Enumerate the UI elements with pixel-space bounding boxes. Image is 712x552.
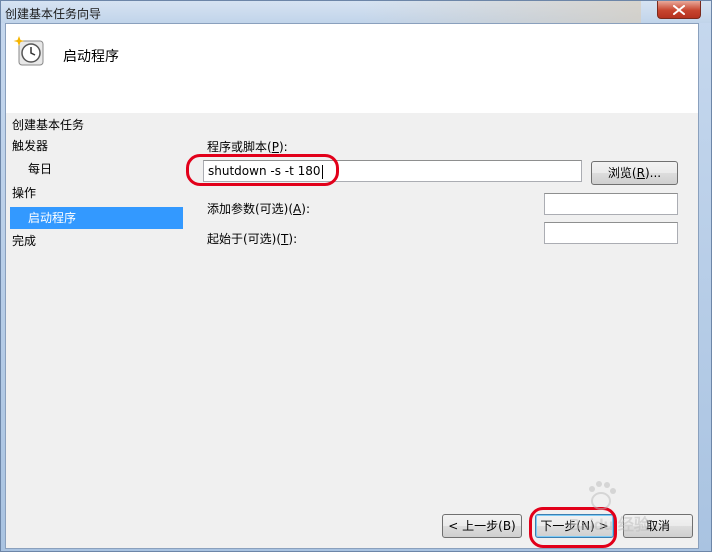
watermark: Baidu 经验 xyxy=(561,471,681,541)
clock-sparkle-icon xyxy=(13,36,44,66)
nav-item-action: 操作 xyxy=(12,182,182,204)
watermark-text: Baidu 经验 xyxy=(569,517,650,534)
close-button[interactable] xyxy=(657,1,701,19)
browse-button[interactable]: 浏览(R)... xyxy=(591,161,678,185)
nav-item-daily: 每日 xyxy=(28,158,182,180)
browse-label-suffix: )... xyxy=(644,166,662,180)
nav-item-label: 启动程序 xyxy=(28,211,77,225)
program-label: 程序或脚本(P): xyxy=(207,138,288,155)
browse-label-key: R xyxy=(636,166,645,180)
nav-item-label: 完成 xyxy=(12,234,37,248)
arguments-input[interactable] xyxy=(544,193,678,215)
nav-item-trigger: 触发器 xyxy=(12,135,182,157)
text-caret xyxy=(321,164,323,179)
window-title: 创建基本任务向导 xyxy=(5,7,102,21)
start-in-label-prefix: 起始于(可选)( xyxy=(207,232,282,246)
wizard-header: 启动程序 xyxy=(6,24,698,113)
nav-item-finish: 完成 xyxy=(12,230,182,252)
wizard-window: 创建基本任务向导 启动程序 创建基本任务 触发器 每日 操作 启动程序 完成 程… xyxy=(0,0,712,552)
start-in-label-suffix: ): xyxy=(288,232,298,246)
nav-item-start-program: 启动程序 xyxy=(10,207,183,229)
arguments-label-suffix: ): xyxy=(301,202,310,216)
close-icon xyxy=(673,4,685,15)
nav-item-label: 每日 xyxy=(28,162,53,176)
browse-label-prefix: 浏览( xyxy=(607,166,637,180)
page-title: 启动程序 xyxy=(63,49,119,65)
arguments-label: 添加参数(可选)(A): xyxy=(207,200,310,217)
program-input-value: shutdown -s -t 180 xyxy=(208,164,323,179)
program-input[interactable]: shutdown -s -t 180 xyxy=(203,160,582,182)
back-button[interactable]: < 上一步(B) xyxy=(442,514,522,538)
steps-section-label: 创建基本任务 xyxy=(12,118,85,132)
nav-item-label: 触发器 xyxy=(12,139,49,153)
program-input-text: shutdown -s -t 180 xyxy=(208,164,321,178)
program-label-key: P xyxy=(271,140,279,154)
title-bar-background xyxy=(361,1,641,23)
nav-item-label: 操作 xyxy=(12,186,37,200)
start-in-input[interactable] xyxy=(544,222,678,244)
title-bar[interactable]: 创建基本任务向导 xyxy=(1,1,711,23)
arguments-label-prefix: 添加参数(可选)( xyxy=(207,202,294,216)
back-button-label: < 上一步(B) xyxy=(448,519,516,533)
program-label-prefix: 程序或脚本( xyxy=(207,140,272,154)
steps-section-header: 创建基本任务 xyxy=(6,113,698,135)
program-label-suffix: ): xyxy=(278,140,288,154)
start-in-label: 起始于(可选)(T): xyxy=(207,230,297,247)
